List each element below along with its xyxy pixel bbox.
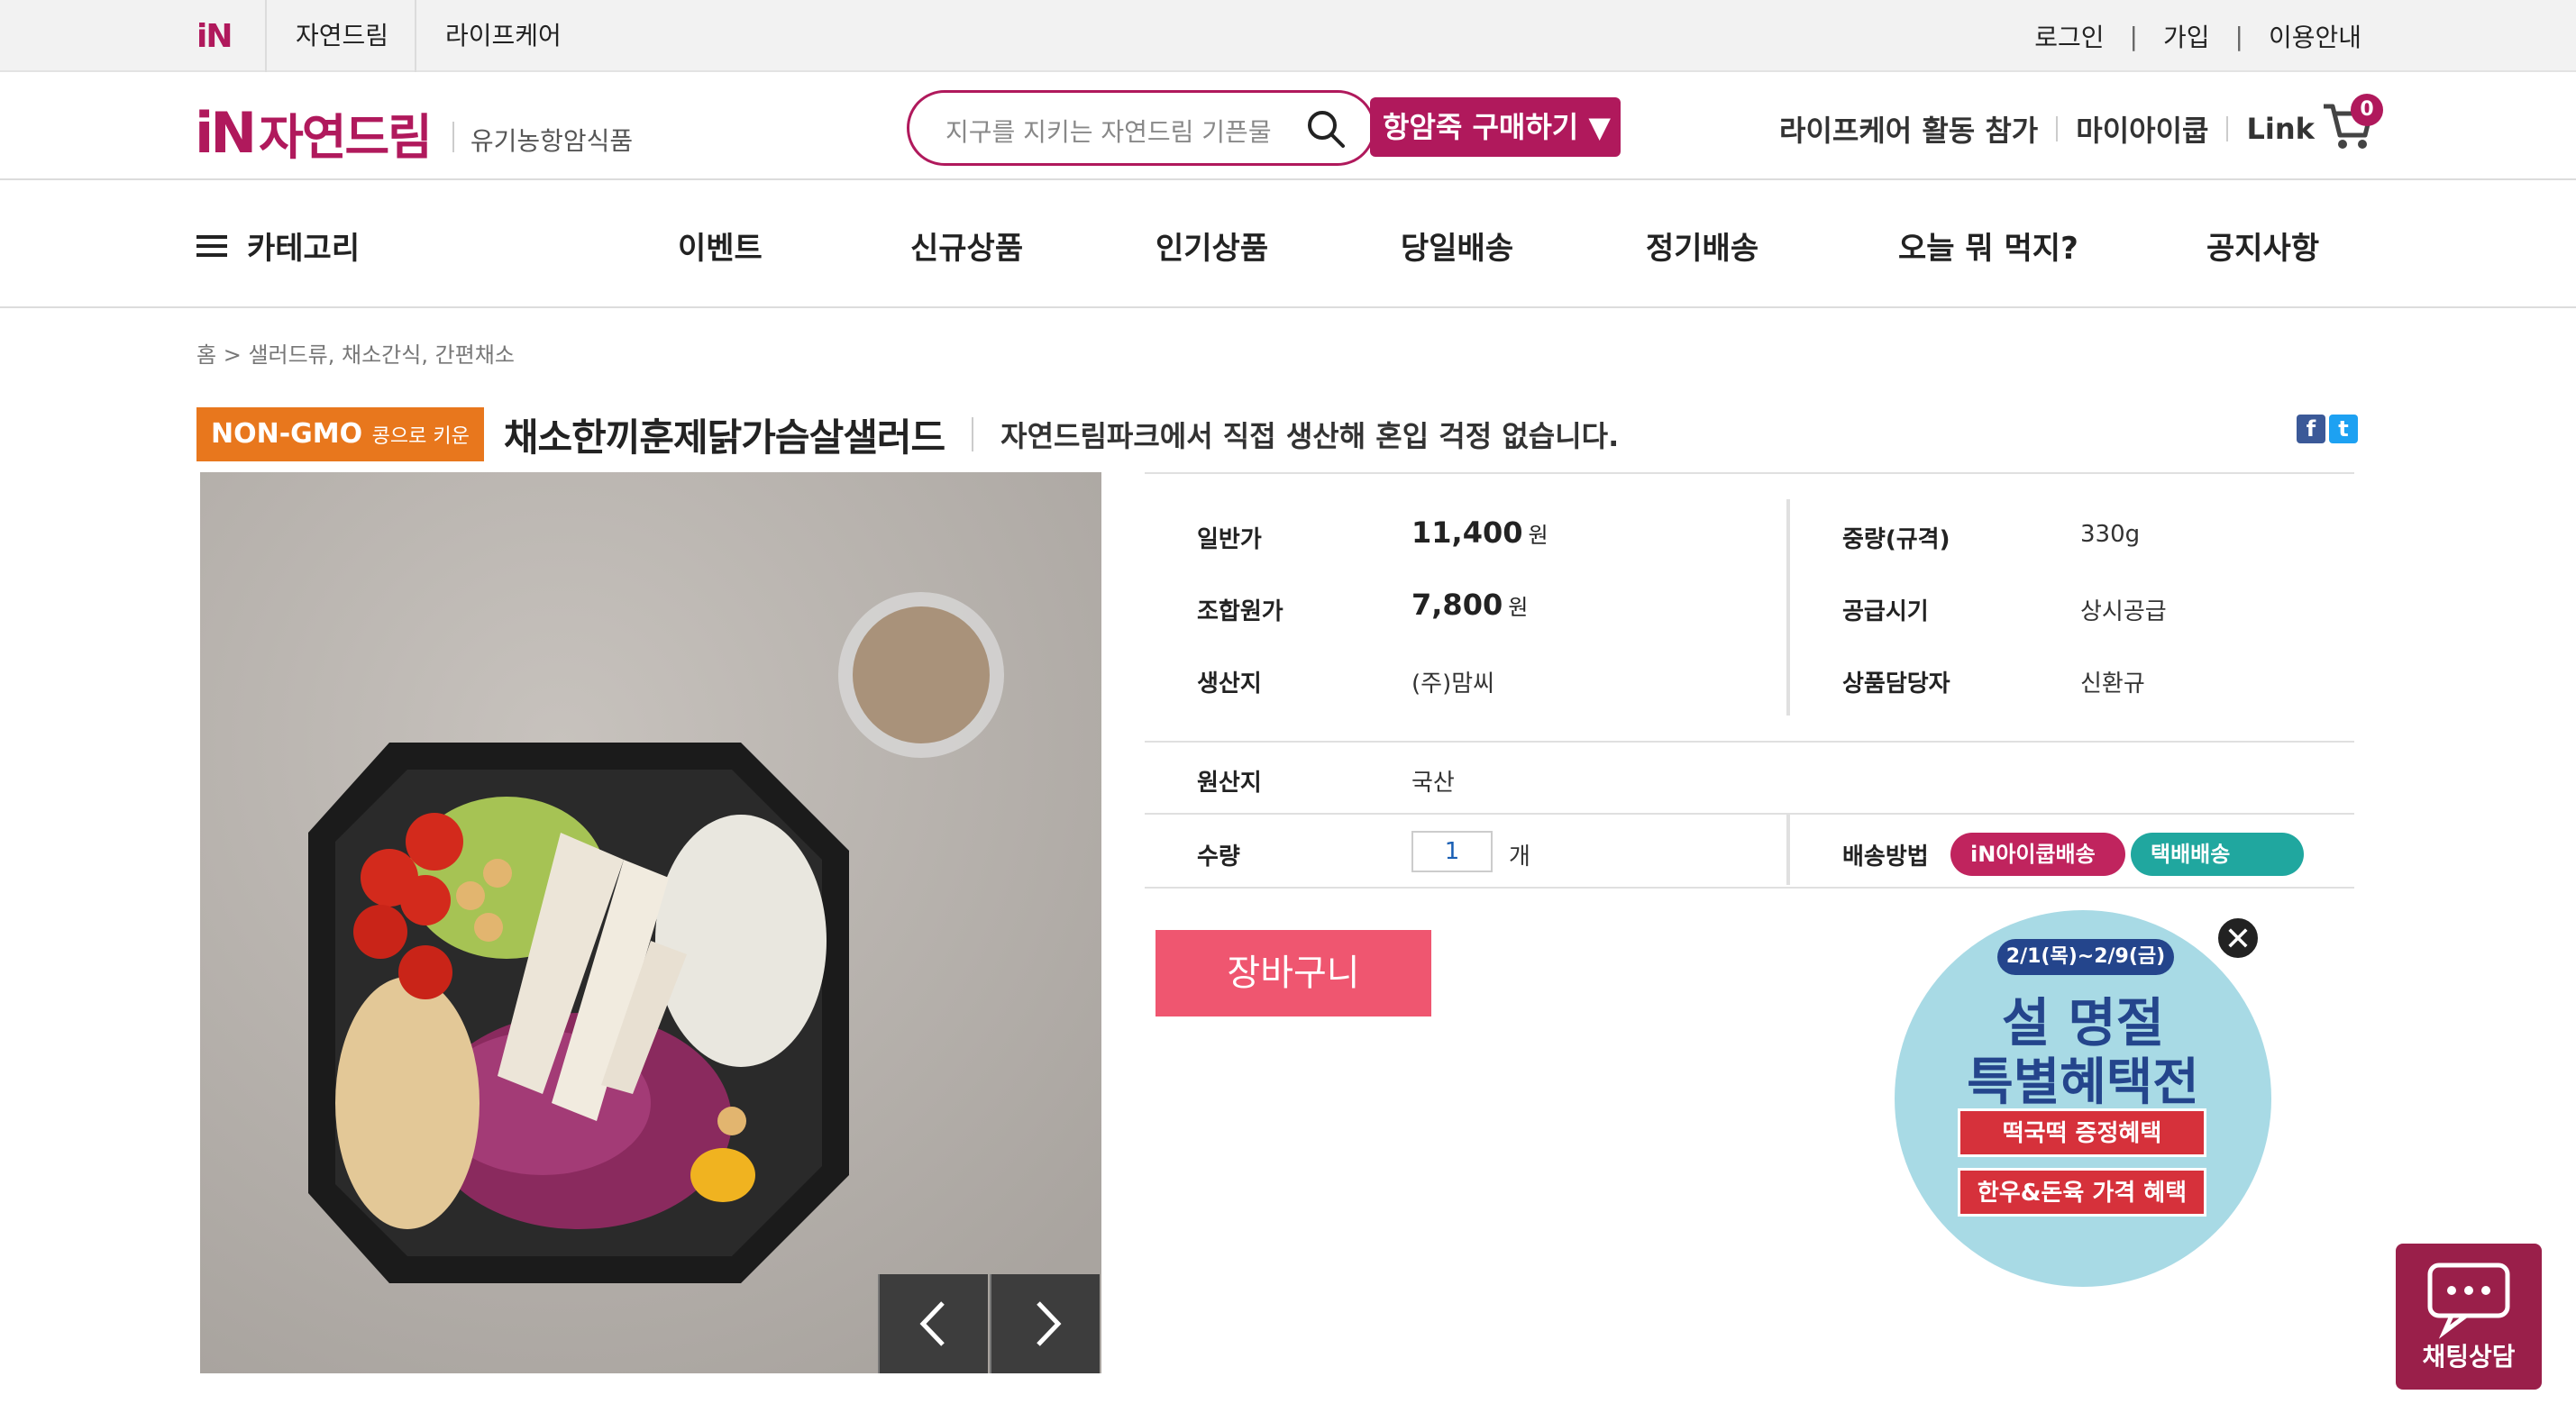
chat-label: 채팅상담 [2422, 1342, 2516, 1372]
category-menu-button[interactable]: 카테고리 [196, 223, 360, 268]
title-divider [972, 417, 974, 451]
my-icoop-link[interactable]: 마이아이쿱 [2076, 108, 2208, 150]
facebook-icon[interactable]: f [2297, 415, 2325, 443]
add-to-cart-button[interactable]: 장바구니 [1156, 930, 1431, 1016]
product-title: 채소한끼훈제닭가슴살샐러드 [503, 415, 945, 460]
logo-name: 자연드림 [259, 109, 433, 166]
promo-benefit-2: 한우&돈육 가격 혜택 [1958, 1168, 2206, 1217]
chevron-right-icon [1037, 1301, 1062, 1346]
parcel-delivery-badge[interactable]: 택배배송 [2131, 833, 2304, 876]
link-separator [2226, 116, 2229, 141]
sns-share: f t [2293, 415, 2358, 443]
delivery-label: 배송방법 [1842, 843, 1929, 871]
weight-label: 중량(규격) [1842, 526, 1950, 553]
login-link[interactable]: 로그인 [2034, 18, 2104, 54]
image-next-button[interactable] [990, 1274, 1100, 1373]
promo-popup[interactable]: 2/1(목)~2/9(금) 설 명절 특별혜택전 떡국떡 증정혜택 한우&돈육 … [1895, 910, 2271, 1287]
promo-date: 2/1(목)~2/9(금) [1997, 939, 2174, 975]
lifecare-activity-link[interactable]: 라이프케어 활동 참가 [1779, 108, 2038, 150]
header-right-links: 라이프케어 활동 참가 마이아이쿱 Link [1779, 99, 2315, 159]
quantity-input[interactable]: 1 [1411, 831, 1493, 872]
promo-benefit-1: 떡국떡 증정혜택 [1958, 1108, 2206, 1157]
divider [1145, 887, 2354, 889]
image-prev-button[interactable] [878, 1274, 988, 1373]
producer-value: (주)맘씨 [1411, 670, 1495, 697]
divider [1145, 741, 2354, 743]
logo-mark: iN [195, 99, 257, 166]
signup-link[interactable]: 가입 [2163, 18, 2210, 54]
in-logo-small[interactable]: iN [196, 18, 233, 55]
porridge-buy-button[interactable]: 항암죽 구매하기 ▼ [1370, 97, 1621, 157]
origin-value: 국산 [1411, 770, 1455, 797]
nav-item-popular[interactable]: 인기상품 [1156, 223, 1268, 268]
regular-price: 11,400 원 [1411, 515, 1548, 550]
product-title-row: NON-GMO 콩으로 키운 채소한끼훈제닭가슴살샐러드 자연드림파크에서 직접… [196, 407, 1619, 461]
logo-subtitle: 유기농항암식품 [470, 125, 634, 156]
tab-lifecare[interactable]: 라이프케어 [415, 0, 590, 72]
divider [1145, 472, 2354, 474]
site-logo[interactable]: iN 자연드림 유기농항암식품 [195, 97, 633, 169]
close-icon[interactable]: ✕ [2215, 916, 2261, 961]
column-divider [1786, 815, 1790, 885]
twitter-icon[interactable]: t [2329, 415, 2358, 443]
divider [1145, 813, 2354, 815]
category-label: 카테고리 [247, 231, 361, 267]
product-image [200, 472, 1101, 1373]
hamburger-icon [196, 230, 227, 262]
search-placeholder: 지구를 지키는 자연드림 기픈물 [945, 117, 1272, 147]
supply-label: 공급시기 [1842, 598, 1929, 625]
top-bar: iN 자연드림 라이프케어 로그인 | 가입 | 이용안내 [0, 0, 2576, 72]
nav-item-what-to-eat[interactable]: 오늘 뭐 먹지? [1898, 223, 2078, 268]
member-price-label: 조합원가 [1197, 598, 1283, 625]
supply-value: 상시공급 [2080, 598, 2167, 625]
member-price: 7,800 원 [1411, 588, 1529, 622]
regular-price-label: 일반가 [1197, 526, 1262, 553]
promo-line2: 특별혜택전 [1967, 1053, 2199, 1112]
column-divider [1786, 499, 1790, 716]
quantity-unit: 개 [1509, 843, 1530, 871]
quantity-label: 수량 [1197, 843, 1240, 871]
origin-label: 원산지 [1197, 770, 1262, 797]
nav-item-subscription[interactable]: 정기배송 [1646, 223, 1758, 268]
icoop-delivery-badge[interactable]: iN아이쿱배송 [1950, 833, 2125, 876]
tab-jayeondream[interactable]: 자연드림 [265, 0, 417, 72]
logo-divider [452, 121, 454, 152]
cart-button[interactable]: 0 [2320, 94, 2383, 151]
manager-value: 신환규 [2080, 670, 2145, 697]
main-nav: 카테고리 이벤트 신규상품 인기상품 당일배송 정기배송 오늘 뭐 먹지? 공지… [0, 180, 2576, 308]
producer-label: 생산지 [1197, 670, 1262, 697]
top-links: 로그인 | 가입 | 이용안내 [2034, 0, 2361, 72]
search-icon[interactable] [1306, 109, 1346, 149]
link-separator: | [2234, 21, 2243, 51]
search-input[interactable]: 지구를 지키는 자연드림 기픈물 [907, 90, 1375, 166]
salad-illustration [200, 472, 1101, 1373]
guide-link[interactable]: 이용안내 [2269, 18, 2361, 54]
non-gmo-badge: NON-GMO 콩으로 키운 [196, 407, 484, 461]
weight-value: 330g [2080, 521, 2141, 548]
nav-item-new[interactable]: 신규상품 [910, 223, 1023, 268]
link-separator: | [2129, 21, 2138, 51]
product-description: 자연드림파크에서 직접 생산해 혼입 걱정 없습니다. [1000, 419, 1620, 453]
chat-consult-button[interactable]: 채팅상담 [2396, 1244, 2542, 1390]
breadcrumb[interactable]: 홈 > 샐러드류, 채소간식, 간편채소 [196, 337, 515, 369]
nav-item-event[interactable]: 이벤트 [678, 223, 763, 268]
chat-bubble-icon [2427, 1263, 2510, 1339]
nav-item-same-day[interactable]: 당일배송 [1401, 223, 1513, 268]
nav-item-notice[interactable]: 공지사항 [2206, 223, 2319, 268]
chevron-left-icon [919, 1301, 945, 1346]
link-link[interactable]: Link [2246, 112, 2314, 146]
link-separator [2056, 116, 2059, 141]
manager-label: 상품담당자 [1842, 670, 1950, 697]
cart-count-badge: 0 [2351, 94, 2383, 126]
